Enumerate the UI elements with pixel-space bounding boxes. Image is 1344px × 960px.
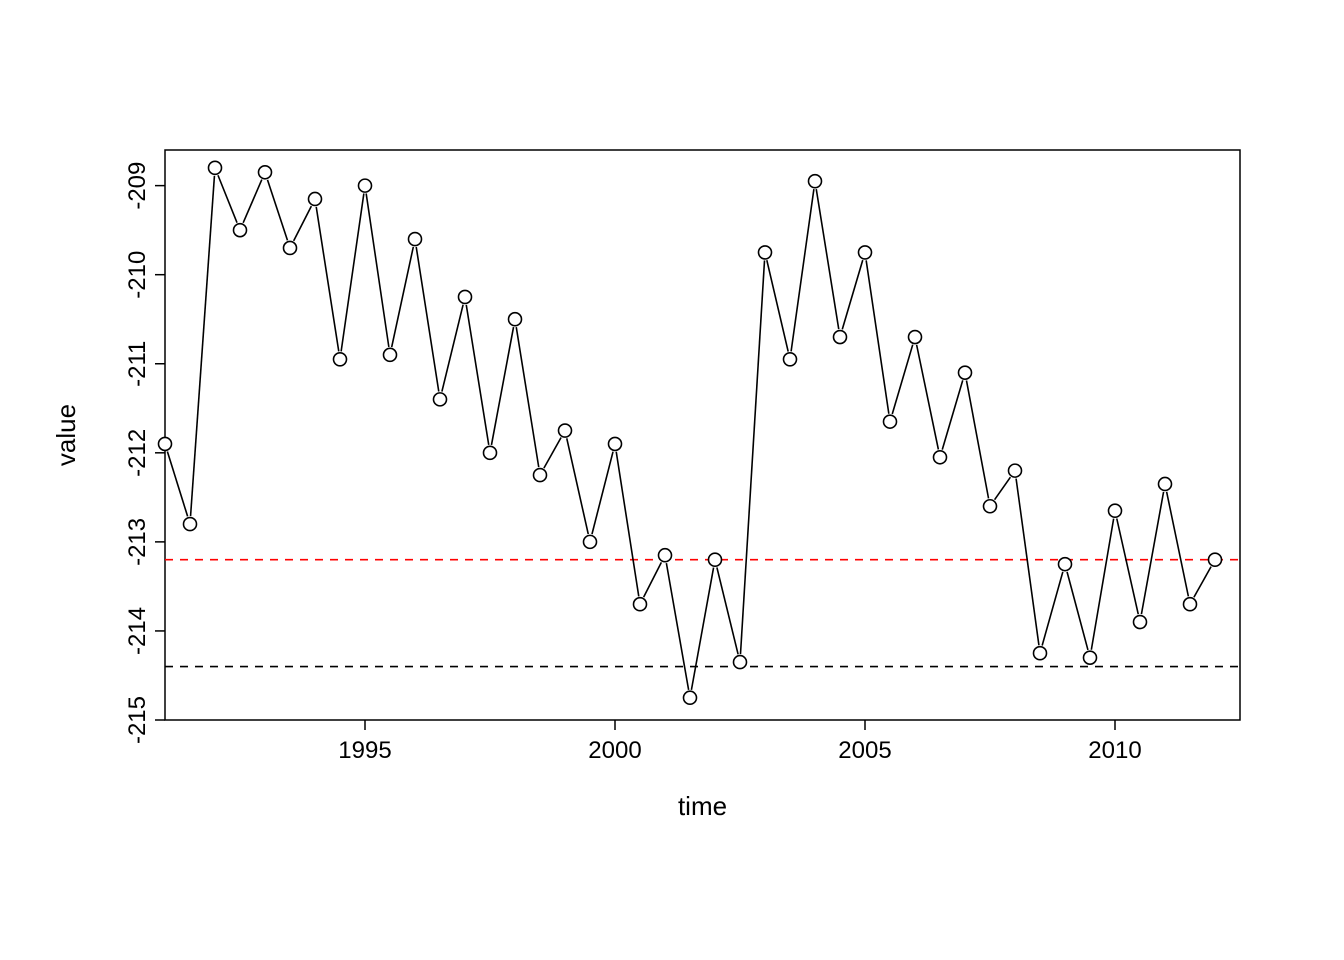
data-point [334,353,347,366]
data-point [359,179,372,192]
data-point [1209,553,1222,566]
data-point [159,437,172,450]
plot-frame [165,150,1240,720]
data-point [859,246,872,259]
data-point [459,290,472,303]
data-point [734,656,747,669]
x-axis-label: time [678,791,727,821]
data-point [434,393,447,406]
data-point [634,598,647,611]
data-point [684,691,697,704]
data-point [284,241,297,254]
data-point [1084,651,1097,664]
data-point [1009,464,1022,477]
x-tick-label: 1995 [338,737,391,764]
y-tick-label: -212 [124,429,151,477]
data-point [309,192,322,205]
x-tick-label: 2000 [588,737,641,764]
data-point [1134,616,1147,629]
data-point [709,553,722,566]
data-point [1184,598,1197,611]
data-point [234,224,247,237]
chart-svg: 1995 2000 2005 2010 -215 -214 -213 -212 -211 -210… [0,0,1344,960]
y-tick-label: -211 [124,341,151,387]
data-point [934,451,947,464]
data-point [659,549,672,562]
data-point [1034,647,1047,660]
data-point [559,424,572,437]
data-point [384,348,397,361]
data-point [909,331,922,344]
data-point [509,313,522,326]
x-tick-label: 2010 [1088,737,1141,764]
data-point [784,353,797,366]
data-point [409,233,422,246]
y-tick-label: -214 [124,607,151,655]
data-point [184,518,197,531]
data-point [584,535,597,548]
data-point [259,166,272,179]
data-point [1159,477,1172,490]
x-tick-label: 2005 [838,737,891,764]
data-point [984,500,997,513]
y-axis-label: value [51,404,81,466]
data-point [1109,504,1122,517]
data-point [834,331,847,344]
data-point [759,246,772,259]
data-point [534,469,547,482]
chart-container: 1995 2000 2005 2010 -215 -214 -213 -212 -211 -210… [0,0,1344,960]
y-tick-label: -209 [124,162,151,210]
data-point [484,446,497,459]
data-point [1059,558,1072,571]
y-tick-label: -215 [124,696,151,744]
data-point [809,175,822,188]
y-tick-label: -210 [124,251,151,299]
data-lines [167,175,1211,690]
data-point [609,437,622,450]
data-point [209,161,222,174]
y-tick-label: -213 [124,518,151,566]
data-point [884,415,897,428]
data-point [959,366,972,379]
data-points [159,161,1222,704]
